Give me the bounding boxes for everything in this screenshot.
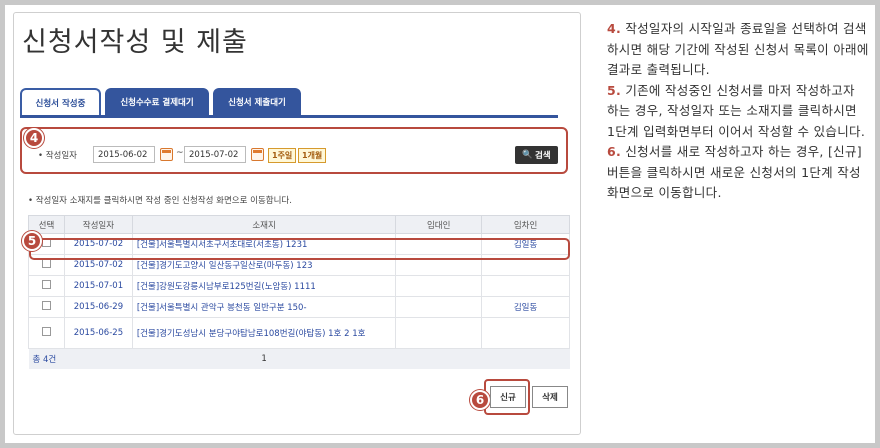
col-date: 작성일자 [63, 215, 133, 234]
row-lessor [395, 317, 483, 349]
row-address-link[interactable]: [건물]강원도강릉시남부로125번길(노암동) 1111 [131, 275, 397, 297]
search-date-label: • 작성일자 [38, 151, 77, 161]
row-lessee [481, 275, 570, 297]
end-date-input[interactable] [184, 146, 246, 163]
instruction-5: 5. 기존에 작성중인 신청서를 마저 작성하고자 하는 경우, 작성일자 또는… [607, 82, 866, 139]
col-lessor: 임대인 [395, 215, 483, 234]
tab-fee-payment[interactable]: 신청수수료 결제대기 [105, 88, 209, 116]
start-date-input[interactable] [93, 146, 155, 163]
row-date-link[interactable]: 2015-06-25 [63, 317, 133, 349]
row-lessor [395, 275, 483, 297]
col-lessee: 임차인 [481, 215, 570, 234]
instruction-6: 6. 신청서를 새로 작성하고자 하는 경우, [신규] 버튼을 클릭하시면 새… [607, 144, 862, 200]
row-checkbox[interactable] [41, 259, 51, 268]
marker-6: 6 [470, 390, 490, 410]
search-button[interactable]: 🔍 검색 [515, 146, 558, 164]
notice-text: • 작성일자 소재지를 클릭하시면 작성 중인 신청작성 화면으로 이동합니다. [28, 196, 292, 206]
calendar-icon[interactable] [160, 148, 173, 161]
delete-button[interactable]: 삭제 [532, 386, 568, 408]
table-footer: 총 4건 1 [28, 348, 570, 369]
row-address-link[interactable]: [건물]경기도성남시 분당구야탑남로108번길(야탑동) 1호 2 1호 [131, 317, 397, 349]
row-highlight-box [29, 238, 570, 260]
calendar-icon[interactable] [251, 148, 264, 161]
search-icon: 🔍 [522, 150, 533, 160]
row-checkbox[interactable] [41, 301, 51, 310]
row-lessor [395, 296, 483, 318]
tab-bar: 신청서 작성중 신청수수료 결제대기 신청서 제출대기 [20, 88, 301, 116]
row-checkbox[interactable] [41, 280, 51, 289]
tab-underline [20, 115, 558, 118]
one-month-button[interactable]: 1개월 [298, 148, 327, 163]
marker-4: 4 [24, 128, 44, 148]
col-address: 소재지 [131, 215, 397, 234]
pagination-current[interactable]: 1 [132, 348, 396, 369]
page-title: 신청서작성 및 제출 [22, 27, 248, 58]
one-week-button[interactable]: 1주일 [268, 148, 297, 163]
instructions-text: 4. 작성일자의 시작일과 종료일을 선택하여 검색하시면 해당 기간에 작성된… [607, 19, 869, 204]
table-row: 2015-06-25 [건물]경기도성남시 분당구야탑남로108번길(야탑동) … [28, 317, 570, 349]
tab-writing[interactable]: 신청서 작성중 [20, 88, 101, 116]
row-checkbox[interactable] [41, 327, 51, 336]
row-date-link[interactable]: 2015-06-29 [63, 296, 133, 318]
instruction-4: 4. 작성일자의 시작일과 종료일을 선택하여 검색하시면 해당 기간에 작성된… [607, 21, 869, 77]
row-lessee: 김일동 [481, 296, 570, 318]
table-row: 2015-06-29 [건물]서울특별시 관악구 봉천동 일반구분 150- 김… [28, 296, 570, 318]
total-count: 총 4건 [28, 348, 133, 369]
new-button[interactable]: 신규 [490, 386, 526, 408]
row-address-link[interactable]: [건물]서울특별시 관악구 봉천동 일반구분 150- [131, 296, 397, 318]
row-lessee [481, 317, 570, 349]
search-button-label: 검색 [534, 151, 551, 161]
tab-submit-pending[interactable]: 신청서 제출대기 [213, 88, 301, 116]
date-separator: ~ [176, 148, 184, 158]
table-row: 2015-07-01 [건물]강원도강릉시남부로125번길(노암동) 1111 [28, 275, 570, 297]
row-date-link[interactable]: 2015-07-01 [63, 275, 133, 297]
marker-5: 5 [22, 231, 42, 251]
